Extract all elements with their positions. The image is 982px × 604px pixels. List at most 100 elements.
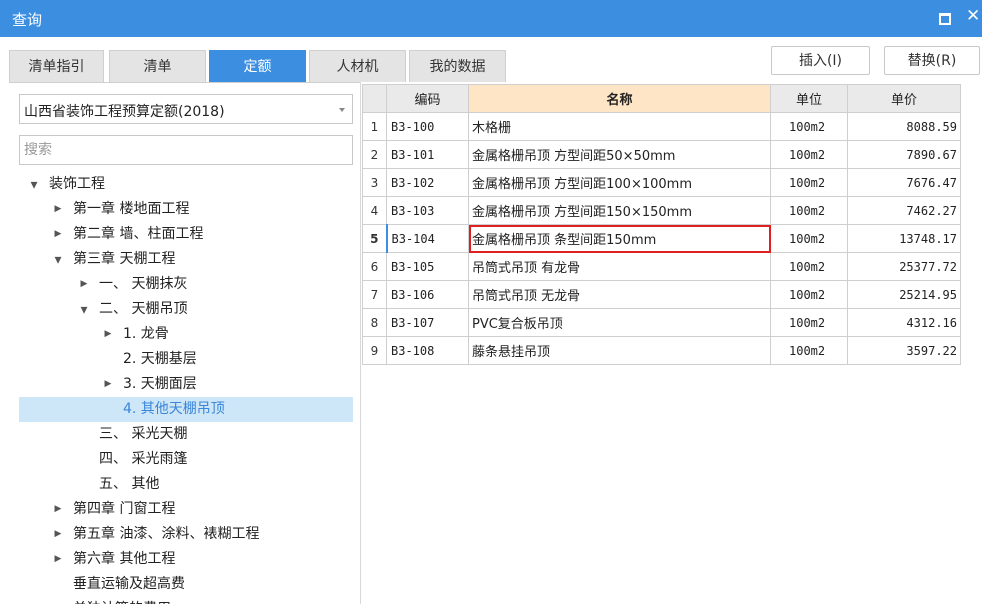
table-row[interactable]: 9 B3-108 藤条悬挂吊顶 100m2 3597.22 xyxy=(362,336,961,365)
code-cell[interactable]: B3-106 xyxy=(386,280,469,309)
code-cell[interactable]: B3-107 xyxy=(386,308,469,337)
code-cell[interactable]: B3-108 xyxy=(386,336,469,365)
price-cell[interactable]: 13748.17 xyxy=(847,224,961,253)
table-row[interactable]: 7 B3-106 吊筒式吊顶 无龙骨 100m2 25214.95 xyxy=(362,280,961,309)
name-cell[interactable]: 木格栅 xyxy=(468,112,771,141)
tab-quota[interactable]: 定额 xyxy=(209,50,306,82)
table-row[interactable]: 8 B3-107 PVC复合板吊顶 100m2 4312.16 xyxy=(362,308,961,337)
unit-cell[interactable]: 100m2 xyxy=(770,280,848,309)
tree-node[interactable]: ▲ 二、 天棚吊顶 xyxy=(19,297,353,322)
name-cell[interactable]: 金属格栅吊顶 方型间距100×100mm xyxy=(468,168,771,197)
code-cell[interactable]: B3-102 xyxy=(386,168,469,197)
unit-cell[interactable]: 100m2 xyxy=(770,336,848,365)
price-cell[interactable]: 25214.95 xyxy=(847,280,961,309)
expand-icon[interactable]: ▶ xyxy=(52,222,64,247)
insert-button[interactable]: 插入(I) xyxy=(771,46,870,75)
price-cell[interactable]: 4312.16 xyxy=(847,308,961,337)
table-row[interactable]: 2 B3-101 金属格栅吊顶 方型间距50×50mm 100m2 7890.67 xyxy=(362,140,961,169)
expand-icon[interactable]: ▶ xyxy=(52,197,64,222)
price-cell[interactable]: 25377.72 xyxy=(847,252,961,281)
code-cell[interactable]: B3-101 xyxy=(386,140,469,169)
table-row[interactable]: 6 B3-105 吊筒式吊顶 有龙骨 100m2 25377.72 xyxy=(362,252,961,281)
name-cell[interactable]: PVC复合板吊顶 xyxy=(468,308,771,337)
row-index-cell[interactable]: 1 xyxy=(362,112,387,141)
code-cell[interactable]: B3-100 xyxy=(386,112,469,141)
search-input[interactable] xyxy=(19,135,353,165)
name-cell[interactable]: 金属格栅吊顶 方型间距150×150mm xyxy=(468,196,771,225)
tree-node[interactable]: ▲ 装饰工程 xyxy=(19,172,353,197)
tree-node-label: 第二章 墙、柱面工程 xyxy=(73,226,204,242)
code-cell[interactable]: B3-103 xyxy=(386,196,469,225)
table-row[interactable]: 3 B3-102 金属格栅吊顶 方型间距100×100mm 100m2 7676.47 xyxy=(362,168,961,197)
table-row[interactable]: 1 B3-100 木格栅 100m2 8088.59 xyxy=(362,112,961,141)
collapse-icon[interactable]: ▲ xyxy=(52,247,64,272)
tree-node[interactable]: 三、 采光天棚 xyxy=(19,422,353,447)
tree-node[interactable]: ▶ 第五章 油漆、涂料、裱糊工程 xyxy=(19,522,353,547)
expand-icon[interactable]: ▶ xyxy=(102,322,114,347)
library-select[interactable]: 山西省装饰工程预算定额(2018) xyxy=(19,94,353,124)
price-cell[interactable]: 7462.27 xyxy=(847,196,961,225)
name-cell[interactable]: 金属格栅吊顶 条型间距150mm xyxy=(468,224,771,253)
tab-my-data[interactable]: 我的数据 xyxy=(409,50,506,82)
tree-node[interactable]: ▶ 第四章 门窗工程 xyxy=(19,497,353,522)
tree-node[interactable]: ▶ 3. 天棚面层 xyxy=(19,372,353,397)
unit-cell[interactable]: 100m2 xyxy=(770,112,848,141)
unit-cell[interactable]: 100m2 xyxy=(770,308,848,337)
table-row[interactable]: 4 B3-103 金属格栅吊顶 方型间距150×150mm 100m2 7462.27 xyxy=(362,196,961,225)
unit-cell[interactable]: 100m2 xyxy=(770,252,848,281)
expand-icon[interactable]: ▶ xyxy=(52,497,64,522)
price-cell[interactable]: 7890.67 xyxy=(847,140,961,169)
name-cell[interactable]: 金属格栅吊顶 方型间距50×50mm xyxy=(468,140,771,169)
tree-node-label: 二、 天棚吊顶 xyxy=(99,301,188,317)
name-cell[interactable]: 藤条悬挂吊顶 xyxy=(468,336,771,365)
code-cell[interactable]: B3-105 xyxy=(386,252,469,281)
tree-node[interactable]: ▶ 第二章 墙、柱面工程 xyxy=(19,222,353,247)
row-index-cell[interactable]: 6 xyxy=(362,252,387,281)
row-index-cell[interactable]: 7 xyxy=(362,280,387,309)
tree-node[interactable]: 单独计算的费用 xyxy=(19,597,353,604)
replace-button[interactable]: 替换(R) xyxy=(884,46,980,75)
price-cell[interactable]: 3597.22 xyxy=(847,336,961,365)
row-index-cell[interactable]: 5 xyxy=(362,224,387,253)
maximize-icon[interactable] xyxy=(939,13,951,25)
unit-cell[interactable]: 100m2 xyxy=(770,168,848,197)
tab-bill[interactable]: 清单 xyxy=(109,50,206,82)
code-header[interactable]: 编码 xyxy=(386,84,469,113)
tree-node[interactable]: ▶ 第一章 楼地面工程 xyxy=(19,197,353,222)
tree-node[interactable]: 垂直运输及超高费 xyxy=(19,572,353,597)
row-index-cell[interactable]: 4 xyxy=(362,196,387,225)
unit-header[interactable]: 单位 xyxy=(770,84,848,113)
tree-node[interactable]: 五、 其他 xyxy=(19,472,353,497)
tree-node[interactable]: 四、 采光雨篷 xyxy=(19,447,353,472)
expand-icon[interactable]: ▶ xyxy=(78,272,90,297)
price-header[interactable]: 单价 xyxy=(847,84,961,113)
tab-labor-material-machine[interactable]: 人材机 xyxy=(309,50,406,82)
tab-bill-guide[interactable]: 清单指引 xyxy=(9,50,104,82)
unit-cell[interactable]: 100m2 xyxy=(770,140,848,169)
tree-node[interactable]: 2. 天棚基层 xyxy=(19,347,353,372)
collapse-icon[interactable]: ▲ xyxy=(28,172,40,197)
tree-node[interactable]: ▶ 一、 天棚抹灰 xyxy=(19,272,353,297)
expand-icon[interactable]: ▶ xyxy=(52,522,64,547)
price-cell[interactable]: 8088.59 xyxy=(847,112,961,141)
code-cell[interactable]: B3-104 xyxy=(385,224,469,253)
close-icon[interactable]: ✕ xyxy=(966,6,980,26)
row-index-cell[interactable]: 2 xyxy=(362,140,387,169)
tree-node[interactable]: ▲ 第三章 天棚工程 xyxy=(19,247,353,272)
name-header[interactable]: 名称 xyxy=(468,84,771,113)
row-index-cell[interactable]: 9 xyxy=(362,336,387,365)
tree-node[interactable]: 4. 其他天棚吊顶 xyxy=(19,397,353,422)
expand-icon[interactable]: ▶ xyxy=(52,547,64,572)
row-index-cell[interactable]: 8 xyxy=(362,308,387,337)
row-index-cell[interactable]: 3 xyxy=(362,168,387,197)
name-cell[interactable]: 吊筒式吊顶 有龙骨 xyxy=(468,252,771,281)
name-cell[interactable]: 吊筒式吊顶 无龙骨 xyxy=(468,280,771,309)
unit-cell[interactable]: 100m2 xyxy=(770,224,848,253)
collapse-icon[interactable]: ▲ xyxy=(78,297,90,322)
tree-node[interactable]: ▶ 1. 龙骨 xyxy=(19,322,353,347)
expand-icon[interactable]: ▶ xyxy=(102,372,114,397)
unit-cell[interactable]: 100m2 xyxy=(770,196,848,225)
table-row[interactable]: 5 B3-104 金属格栅吊顶 条型间距150mm 100m2 13748.17 xyxy=(362,224,961,253)
tree-node[interactable]: ▶ 第六章 其他工程 xyxy=(19,547,353,572)
price-cell[interactable]: 7676.47 xyxy=(847,168,961,197)
